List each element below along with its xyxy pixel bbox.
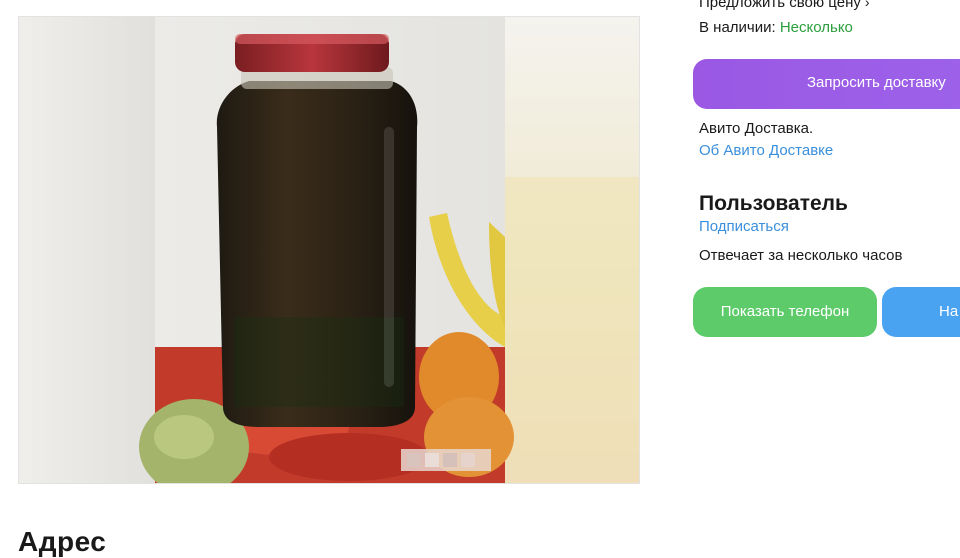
response-time: Отвечает за несколько часов xyxy=(699,247,903,264)
subscribe-link[interactable]: Подписаться xyxy=(699,218,789,235)
request-delivery-label: Запросить доставку xyxy=(807,74,946,91)
seller-name[interactable]: Пользователь xyxy=(699,192,848,216)
availability-label: В наличии: xyxy=(699,19,776,36)
delivery-note: Авито Доставка. xyxy=(699,120,814,137)
request-delivery-button[interactable]: Запросить доставку xyxy=(693,59,960,109)
message-button[interactable]: На xyxy=(882,287,960,337)
availability-value: Несколько xyxy=(779,19,853,36)
show-phone-button[interactable]: Показать телефон xyxy=(693,287,877,337)
availability: В наличии: Несколько xyxy=(699,19,853,36)
show-phone-label: Показать телефон xyxy=(720,303,850,320)
product-photo[interactable] xyxy=(18,16,640,484)
address-heading: Адрес xyxy=(18,526,107,557)
offer-price-label: Предложить свою цену xyxy=(699,0,861,11)
about-delivery-link[interactable]: Об Авито Доставке xyxy=(699,142,833,159)
chevron-right-icon: › xyxy=(864,0,870,10)
message-label: На xyxy=(939,303,959,320)
offer-price-link[interactable]: Предложить свою цену › xyxy=(699,0,870,11)
product-photo-image xyxy=(19,17,639,483)
